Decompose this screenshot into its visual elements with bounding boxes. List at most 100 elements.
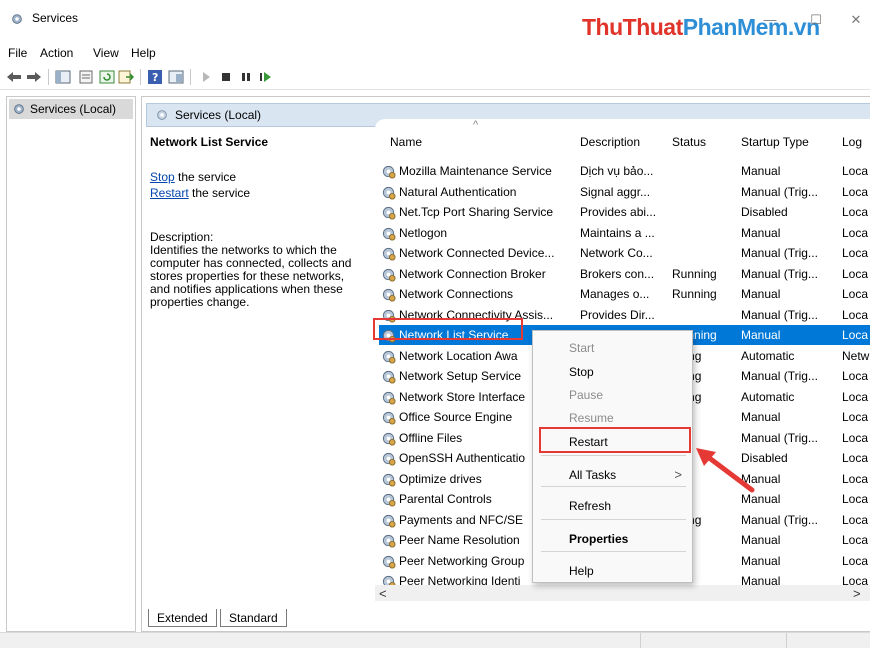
pointer-arrow-icon xyxy=(696,448,755,493)
scroll-left-button[interactable]: < xyxy=(379,586,387,601)
svg-text:?: ? xyxy=(152,71,158,84)
maximize-button[interactable]: ☐ xyxy=(806,12,826,32)
service-gear-icon xyxy=(382,534,396,548)
context-item-help[interactable]: Help xyxy=(533,560,694,582)
context-item-refresh[interactable]: Refresh xyxy=(533,495,694,517)
table-row[interactable]: Mozilla Maintenance Service Dịch vụ bảo..… xyxy=(379,161,870,181)
main-pane: Services (Local) Network List Service St… xyxy=(141,96,870,632)
watermark-logo: ThuThuatPhanMem.vn xyxy=(582,14,820,40)
close-button[interactable]: ✕ xyxy=(846,12,866,32)
table-row[interactable]: Network Connections Manages o... Running Ma… xyxy=(379,284,870,304)
cell-log-on-as: Loca xyxy=(842,205,869,219)
services-gear-icon xyxy=(12,14,22,24)
restart-service-icon[interactable] xyxy=(258,69,274,85)
menu-separator xyxy=(541,551,686,552)
cell-description: Dịch vụ bảo... xyxy=(580,164,654,178)
column-startup-type[interactable]: Startup Type xyxy=(741,135,809,149)
refresh-icon[interactable] xyxy=(99,69,115,85)
cell-log-on-as: Loca xyxy=(842,266,869,281)
table-row[interactable]: Natural Authentication Signal aggr... Manu… xyxy=(379,182,870,202)
console-tree-icon[interactable] xyxy=(55,69,71,85)
cell-startup-type: Manual xyxy=(741,328,781,342)
context-item-stop[interactable]: Stop xyxy=(533,361,694,383)
cell-log-on-as: Loca xyxy=(842,471,869,486)
cell-log-on-as: Loca xyxy=(842,225,869,240)
context-item-all-tasks[interactable]: All Tasks > xyxy=(533,464,694,486)
start-service-icon[interactable] xyxy=(198,69,214,85)
tree-item-label: Services (Local) xyxy=(30,102,117,116)
sort-ascending-icon: ^ xyxy=(473,119,479,131)
cell-log-on-as: Loca xyxy=(842,287,869,301)
service-gear-icon xyxy=(382,555,396,569)
properties-sheet-icon[interactable] xyxy=(78,69,94,85)
table-row[interactable]: Net.Tcp Port Sharing Service Provides abi… xyxy=(379,202,870,222)
cell-log-on-as: Loca xyxy=(842,307,869,322)
service-gear-icon xyxy=(382,514,396,528)
help-icon[interactable]: ? xyxy=(147,69,163,85)
table-row[interactable]: Netlogon Maintains a ... Manual Loca xyxy=(379,223,870,243)
cell-startup-type: Manual xyxy=(741,225,781,240)
cell-name: Mozilla Maintenance Service xyxy=(399,164,552,178)
column-status[interactable]: Status xyxy=(672,135,706,149)
cell-startup-type: Automatic xyxy=(741,389,795,404)
submenu-chevron-icon: > xyxy=(674,467,682,482)
main-header-label: Services (Local) xyxy=(175,108,262,122)
service-gear-icon xyxy=(382,206,396,220)
minimize-button[interactable]: — xyxy=(760,12,780,32)
cell-name: Netlogon xyxy=(399,225,448,240)
table-row[interactable]: Network Connection Broker Brokers con... R… xyxy=(379,264,870,284)
stop-link[interactable]: Stop xyxy=(150,170,175,184)
scroll-right-button[interactable]: > xyxy=(853,586,861,601)
tab-extended[interactable]: Extended xyxy=(148,609,217,627)
context-item-properties[interactable]: Properties xyxy=(533,528,694,550)
toolbar-separator xyxy=(48,69,49,85)
cell-startup-type: Manual (Trig... xyxy=(741,246,818,260)
column-description[interactable]: Description xyxy=(580,135,640,149)
cell-startup-type: Manual (Trig... xyxy=(741,512,818,527)
tree-item-services-local[interactable]: Services (Local) xyxy=(9,99,133,119)
back-arrow-icon[interactable] xyxy=(6,69,22,85)
cell-status: Running xyxy=(672,287,717,301)
restart-link[interactable]: Restart xyxy=(150,186,189,200)
cell-description: Maintains a ... xyxy=(580,225,655,240)
context-item-start: Start xyxy=(569,341,595,355)
stop-service-icon[interactable] xyxy=(218,69,234,85)
menu-file[interactable]: File xyxy=(8,46,27,60)
context-item-resume: Resume xyxy=(569,411,614,425)
service-gear-icon xyxy=(382,473,396,487)
menu-action[interactable]: Action xyxy=(40,46,73,60)
cell-startup-type: Manual (Trig... xyxy=(741,307,818,322)
cell-startup-type: Manual (Trig... xyxy=(741,369,818,383)
column-name[interactable]: Name xyxy=(390,135,422,149)
service-gear-icon xyxy=(382,165,396,179)
description-pane: Network List Service Stop the service Re… xyxy=(150,135,366,309)
menu-help[interactable]: Help xyxy=(131,46,156,60)
window-title: Services xyxy=(32,11,79,25)
cell-name: Network Connected Device... xyxy=(399,246,555,260)
table-row[interactable]: Network Connected Device... Network Co...… xyxy=(379,243,870,263)
export-list-icon[interactable] xyxy=(118,69,134,85)
cell-description: Manages o... xyxy=(580,287,650,301)
title-bar: Services ThuThuatPhanMem.vn — ☐ ✕ xyxy=(0,0,870,40)
column-headers: ^ Name Description Status Startup Type L… xyxy=(375,119,870,161)
forward-arrow-icon[interactable] xyxy=(26,69,42,85)
cell-description: Provides Dir... xyxy=(580,307,655,322)
cell-log-on-as: Loca xyxy=(842,492,869,506)
stop-action: Stop the service xyxy=(150,170,237,184)
pause-service-icon[interactable] xyxy=(238,69,254,85)
cell-startup-type: Manual xyxy=(741,533,781,547)
horizontal-scrollbar[interactable]: < > xyxy=(375,585,870,601)
service-gear-icon xyxy=(382,247,396,261)
menu-separator xyxy=(541,486,686,487)
show-hide-pane-icon[interactable] xyxy=(168,69,184,85)
menu-view[interactable]: View xyxy=(93,46,119,60)
cell-log-on-as: Loca xyxy=(842,328,869,342)
cell-startup-type: Automatic xyxy=(741,348,795,363)
column-log-on-as[interactable]: Log xyxy=(842,135,862,149)
cell-log-on-as: Loca xyxy=(842,389,869,404)
services-gear-icon xyxy=(157,110,167,120)
cell-description: Network Co... xyxy=(580,246,653,260)
tab-standard[interactable]: Standard xyxy=(220,609,287,627)
cell-log-on-as: Loca xyxy=(842,246,869,260)
cell-log-on-as: Loca xyxy=(842,553,869,568)
